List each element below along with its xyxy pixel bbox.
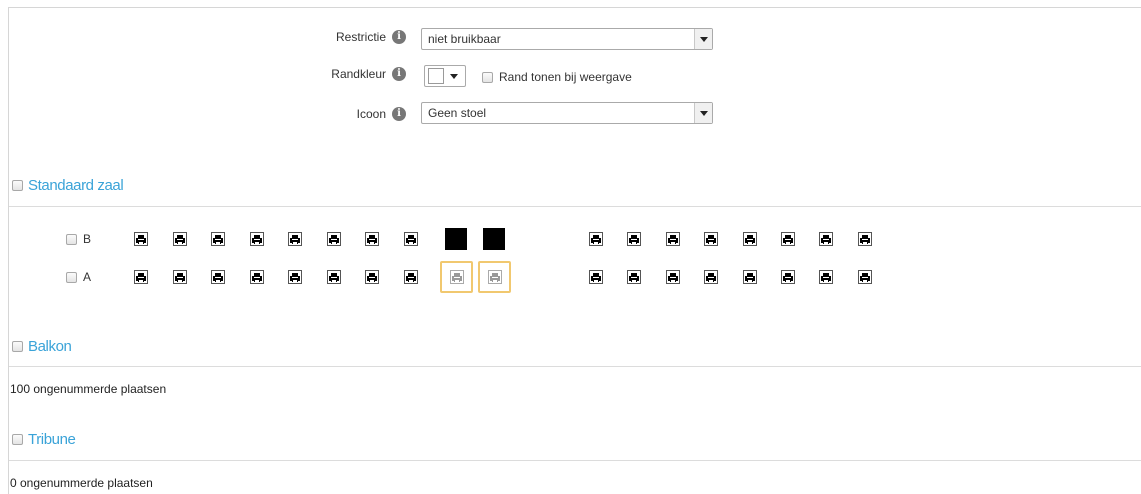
border-color-picker[interactable]: [424, 65, 466, 87]
blocked-seat[interactable]: [445, 228, 467, 250]
armchair-icon[interactable]: [365, 270, 379, 284]
armchair-icon[interactable]: [781, 270, 795, 284]
restriction-select[interactable]: niet bruikbaar: [421, 28, 713, 50]
armchair-icon[interactable]: [249, 232, 264, 246]
section-standard-title: Standaard zaal: [28, 177, 124, 194]
armchair-icon[interactable]: [326, 232, 341, 246]
section-tribune-title: Tribune: [28, 431, 76, 448]
info-icon[interactable]: i: [392, 67, 406, 81]
section-tribune-header[interactable]: Tribune: [12, 431, 76, 448]
show-border-label: Rand tonen bij weergave: [499, 70, 632, 84]
section-divider: [9, 460, 1141, 461]
selected-seat[interactable]: [440, 261, 473, 293]
armchair-icon[interactable]: [403, 270, 418, 284]
info-icon[interactable]: i: [392, 30, 406, 44]
icon-select[interactable]: Geen stoel: [421, 102, 713, 124]
show-border-checkbox[interactable]: [482, 71, 493, 83]
row-label-b[interactable]: B: [66, 232, 91, 246]
info-icon[interactable]: i: [392, 107, 406, 121]
armchair-icon[interactable]: [288, 232, 302, 246]
armchair-icon[interactable]: [403, 232, 418, 246]
armchair-icon[interactable]: [365, 232, 379, 246]
border-color-label-wrap: Randkleur i: [331, 67, 406, 81]
restriction-label: Restrictie: [335, 30, 386, 44]
section-balcony-title: Balkon: [28, 338, 72, 355]
chevron-down-icon[interactable]: [694, 103, 712, 123]
show-border-option[interactable]: Rand tonen bij weergave: [482, 70, 632, 84]
armchair-icon[interactable]: [742, 270, 757, 284]
armchair-icon[interactable]: [781, 232, 795, 246]
armchair-icon[interactable]: [665, 232, 680, 246]
section-divider: [9, 366, 1141, 367]
armchair-icon[interactable]: [857, 232, 872, 246]
balcony-info: 100 ongenummerde plaatsen: [10, 382, 167, 396]
armchair-icon[interactable]: [819, 270, 834, 284]
armchair-icon[interactable]: [172, 270, 187, 284]
armchair-icon[interactable]: [704, 232, 719, 246]
border-color-label: Randkleur: [331, 67, 386, 81]
armchair-icon[interactable]: [627, 232, 642, 246]
row-label-a[interactable]: A: [66, 270, 91, 284]
armchair-icon[interactable]: [704, 270, 719, 284]
armchair-icon[interactable]: [857, 270, 872, 284]
armchair-icon[interactable]: [288, 270, 302, 284]
selected-seat[interactable]: [478, 261, 511, 293]
chevron-down-icon[interactable]: [450, 73, 458, 79]
armchair-icon[interactable]: [249, 270, 264, 284]
armchair-icon[interactable]: [211, 270, 225, 284]
section-tribune-checkbox[interactable]: [12, 434, 23, 445]
color-swatch: [428, 68, 444, 84]
armchair-icon: [487, 270, 502, 284]
armchair-icon[interactable]: [211, 232, 225, 246]
row-checkbox[interactable]: [66, 271, 77, 283]
row-checkbox[interactable]: [66, 233, 77, 245]
icon-label-wrap: Icoon i: [357, 107, 406, 121]
armchair-icon[interactable]: [172, 232, 187, 246]
armchair-icon[interactable]: [819, 232, 834, 246]
restriction-select-value: niet bruikbaar: [428, 32, 501, 46]
armchair-icon[interactable]: [589, 270, 603, 284]
blocked-seat[interactable]: [483, 228, 505, 250]
row-label-text: B: [83, 232, 92, 246]
armchair-icon[interactable]: [134, 270, 148, 284]
tribune-info: 0 ongenummerde plaatsen: [10, 476, 153, 490]
restriction-label-wrap: Restrictie i: [336, 30, 406, 44]
armchair-icon[interactable]: [134, 232, 148, 246]
section-standard-checkbox[interactable]: [12, 180, 23, 191]
section-standard-header[interactable]: Standaard zaal: [12, 177, 124, 194]
section-balcony-header[interactable]: Balkon: [12, 338, 72, 355]
armchair-icon: [449, 270, 464, 284]
armchair-icon[interactable]: [627, 270, 642, 284]
section-balcony-checkbox[interactable]: [12, 341, 23, 352]
armchair-icon[interactable]: [326, 270, 341, 284]
section-divider: [9, 206, 1141, 207]
icon-select-value: Geen stoel: [428, 106, 487, 120]
armchair-icon[interactable]: [665, 270, 680, 284]
icon-label: Icoon: [356, 107, 386, 121]
armchair-icon[interactable]: [589, 232, 603, 246]
row-label-text: A: [83, 270, 92, 284]
chevron-down-icon[interactable]: [694, 29, 712, 49]
armchair-icon[interactable]: [742, 232, 757, 246]
